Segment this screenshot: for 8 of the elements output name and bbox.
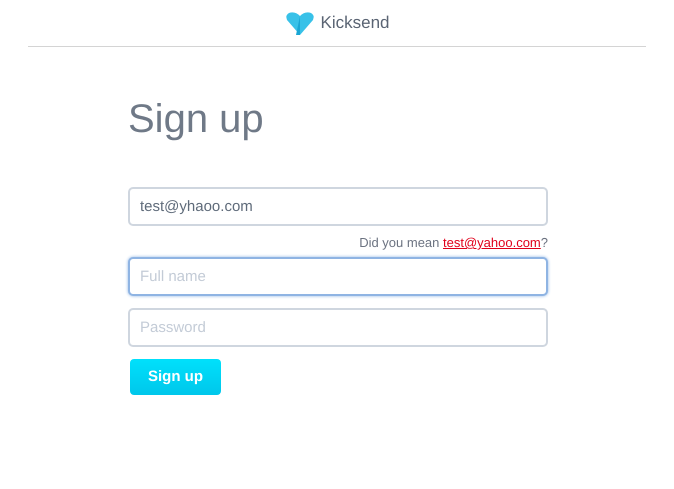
- heart-logo-icon: [284, 11, 314, 35]
- brand-name: Kicksend: [320, 12, 390, 34]
- page-title: Sign up: [128, 96, 265, 143]
- email-field[interactable]: test@yhaoo.com: [128, 187, 548, 226]
- suggestion-link[interactable]: test@yahoo.com: [443, 235, 541, 250]
- suggestion-text: Did you mean test@yahoo.com?: [359, 235, 548, 251]
- name-field[interactable]: Full name: [128, 257, 548, 296]
- password-field[interactable]: Password: [128, 308, 548, 347]
